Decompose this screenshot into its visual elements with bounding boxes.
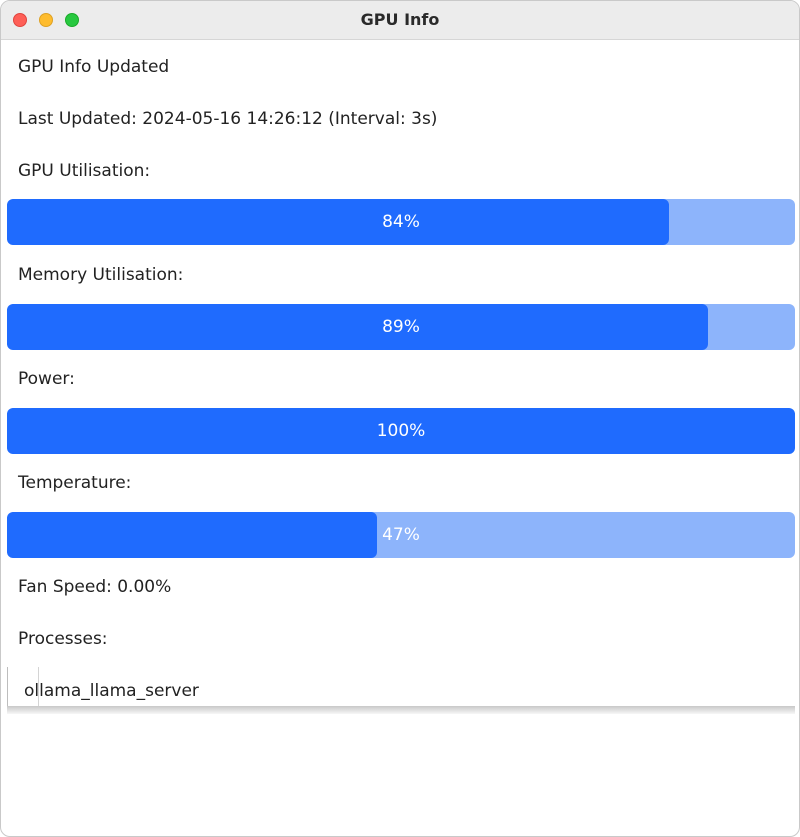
title-bar: GPU Info — [1, 1, 799, 40]
gpu-info-window: GPU Info GPU Info Updated Last Updated: … — [0, 0, 800, 837]
list-scroll-edge — [7, 706, 795, 714]
power-label: Power: — [18, 369, 75, 389]
processes-label: Processes: — [18, 629, 108, 649]
power-value: 100% — [376, 421, 426, 441]
process-item[interactable]: ollama_llama_server — [24, 681, 199, 701]
temperature-bar: 47% — [7, 512, 795, 558]
temperature-value: 47% — [382, 525, 420, 545]
power-bar: 100% — [7, 408, 795, 454]
last-updated-label: Last Updated: 2024-05-16 14:26:12 (Inter… — [18, 109, 438, 129]
memory-utilisation-bar: 89% — [7, 304, 795, 350]
status-label: GPU Info Updated — [18, 57, 170, 77]
memory-utilisation-label: Memory Utilisation: — [18, 265, 184, 285]
temperature-label: Temperature: — [18, 473, 132, 493]
list-border — [7, 667, 8, 709]
gpu-utilisation-value: 84% — [382, 212, 420, 232]
processes-list[interactable]: ollama_llama_server — [7, 667, 795, 709]
window-title: GPU Info — [360, 10, 440, 29]
fan-speed-label: Fan Speed: 0.00% — [18, 577, 172, 597]
gpu-utilisation-bar: 84% — [7, 199, 795, 245]
gpu-utilisation-label: GPU Utilisation: — [18, 161, 151, 181]
memory-utilisation-value: 89% — [382, 317, 420, 337]
